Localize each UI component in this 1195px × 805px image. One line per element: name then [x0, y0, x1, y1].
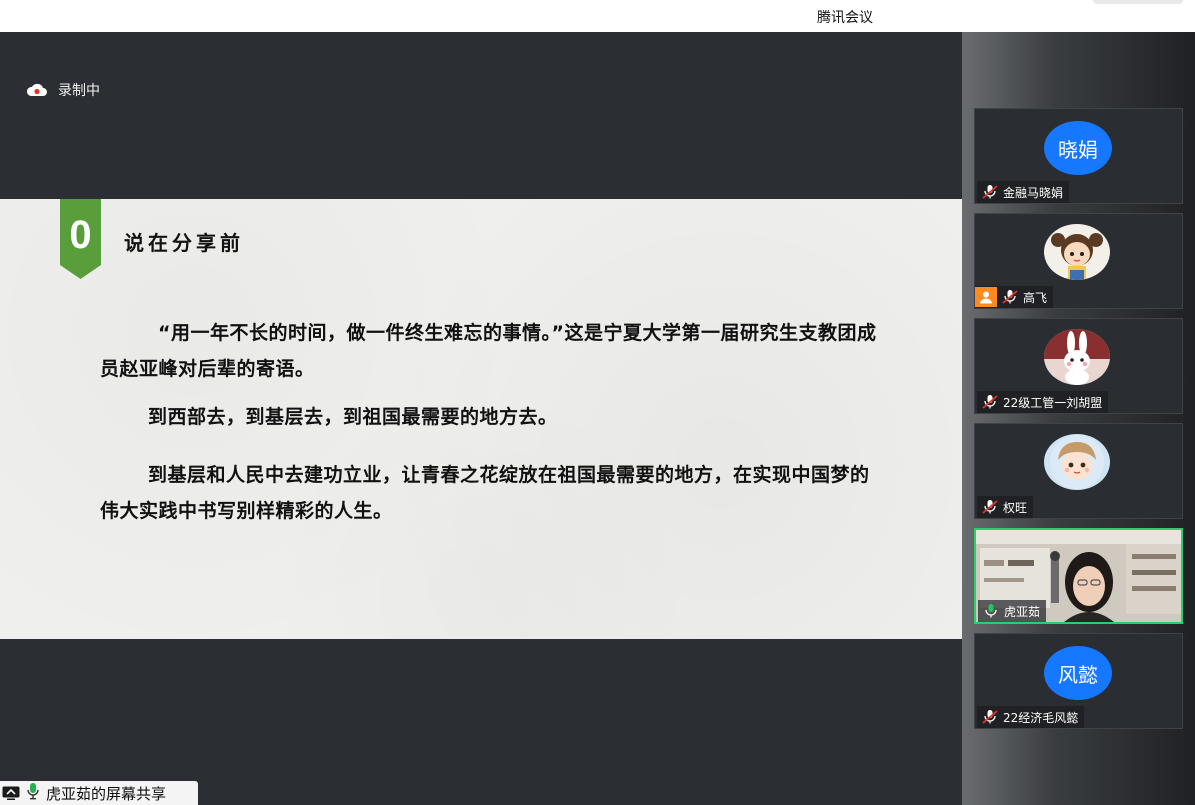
participant-name-tag: 高飞 [975, 286, 1054, 308]
mic-active-icon [26, 782, 40, 804]
mic-muted-icon [981, 709, 999, 725]
participant-name: 虎亚茹 [1004, 604, 1041, 619]
avatar [1044, 224, 1110, 280]
mic-muted-icon [981, 499, 999, 515]
participant-name-tag: 权旺 [977, 496, 1034, 518]
mic-muted-icon [1001, 289, 1019, 305]
participant-tile[interactable]: 22级工管一刘胡盟 [974, 318, 1183, 414]
participant-name-tag: 虎亚茹 [978, 600, 1047, 622]
participant-name: 22级工管一刘胡盟 [1003, 395, 1103, 410]
window-title: 腾讯会议 [817, 10, 873, 26]
window-corner [1093, 0, 1183, 4]
recording-label: 录制中 [58, 83, 100, 99]
participant-name: 高飞 [1023, 290, 1048, 305]
participant-name-tag: 22经济毛风懿 [977, 706, 1085, 728]
participant-tile[interactable]: 晓娟 金融马晓娟 [974, 108, 1183, 204]
slide-heading: 说在分享前 [124, 231, 244, 255]
screen-share-icon [2, 786, 20, 800]
avatar [1044, 329, 1110, 385]
slide-paragraph: 到西部去，到基层去，到祖国最需要的地方去。 [148, 406, 558, 428]
participant-name: 权旺 [1003, 500, 1028, 515]
section-badge: 0 [60, 199, 101, 279]
avatar [1044, 434, 1110, 490]
participant-name-tag: 22级工管一刘胡盟 [977, 391, 1109, 413]
participant-name: 金融马晓娟 [1003, 185, 1064, 200]
title-bar: 腾讯会议 [0, 0, 1195, 32]
mic-muted-icon [981, 394, 999, 410]
mic-active-icon [982, 603, 1000, 619]
presentation-slide: 0 说在分享前 “用一年不长的时间，做一件终生难忘的事情。”这是宁夏大学第一届研… [0, 199, 962, 639]
slide-paragraph: 到基层和人民中去建功立业，让青春之花绽放在祖国最需要的地方，在实现中国梦的伟大实… [100, 464, 870, 522]
participant-name: 22经济毛风懿 [1003, 710, 1079, 725]
mic-muted-icon [981, 184, 999, 200]
participant-tile[interactable]: 高飞 [974, 213, 1183, 309]
slide-paragraph: “用一年不长的时间，做一件终生难忘的事情。”这是宁夏大学第一届研究生支教团成员赵… [100, 322, 877, 380]
avatar: 晓娟 [1044, 121, 1112, 175]
screen-share-owner: 虎亚茹的屏幕共享 [46, 784, 167, 803]
recording-indicator[interactable]: 录制中 [26, 80, 100, 100]
avatar: 风懿 [1044, 646, 1112, 700]
participant-panel: 晓娟 金融马晓娟 高飞 22级工管一刘胡盟 权旺 虎亚茹 风懿 22经济毛风懿 [962, 32, 1195, 805]
participant-name-tag: 金融马晓娟 [977, 181, 1070, 203]
participant-tile[interactable]: 风懿 22经济毛风懿 [974, 633, 1183, 729]
section-number: 0 [69, 213, 92, 257]
participant-tile-active[interactable]: 虎亚茹 [974, 528, 1183, 624]
host-user-icon [975, 287, 997, 307]
cloud-record-icon [26, 83, 48, 97]
participant-tile[interactable]: 权旺 [974, 423, 1183, 519]
screen-share-label: 虎亚茹的屏幕共享 [0, 781, 198, 805]
